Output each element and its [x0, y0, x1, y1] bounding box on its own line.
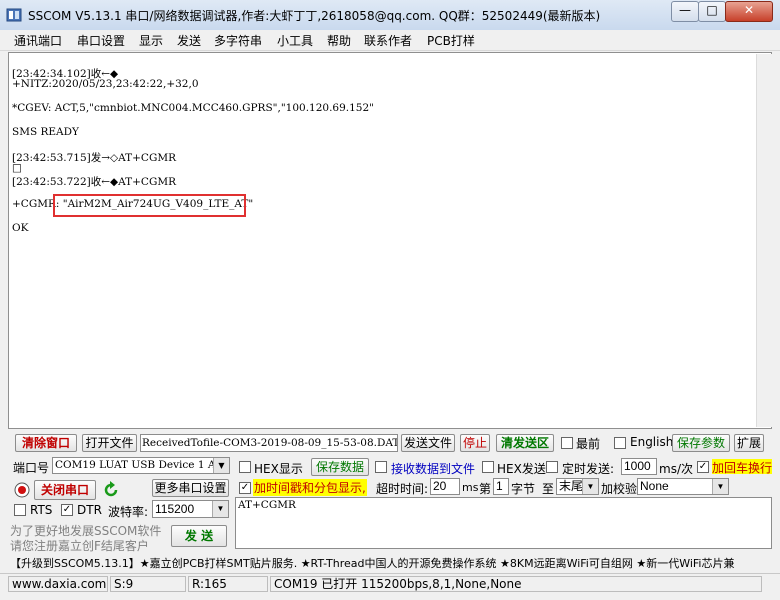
- menu-pcb-proofing[interactable]: PCB打样: [427, 32, 475, 49]
- chevron-down-icon[interactable]: ▼: [213, 458, 229, 473]
- interval-unit-label: ms/次: [659, 462, 693, 476]
- menu-comm-port[interactable]: 通讯端口: [14, 32, 62, 49]
- timeout-unit-label: ms: [462, 481, 479, 494]
- title-bar: SSCOM V5.13.1 串口/网络数据调试器,作者:大虾丁丁,2618058…: [0, 0, 780, 31]
- close-port-button[interactable]: 关闭串口: [34, 480, 96, 500]
- close-button[interactable]: ✕: [725, 1, 773, 22]
- english-checkbox[interactable]: [614, 437, 626, 449]
- send-textarea[interactable]: AT+CGMR: [235, 497, 772, 549]
- add-crlf-checkbox[interactable]: ✓: [697, 461, 709, 473]
- more-port-settings-button[interactable]: 更多串口设置: [152, 479, 229, 497]
- chevron-down-icon[interactable]: ▼: [712, 479, 728, 494]
- menu-contact-author[interactable]: 联系作者: [364, 32, 412, 49]
- port-select[interactable]: COM19 LUAT USB Device 1 AT ▼: [52, 457, 230, 474]
- timeout-label: 超时时间:: [376, 482, 429, 496]
- receive-area[interactable]: [23:42:34.102]收←◆ +NITZ:2020/05/23,23:42…: [8, 52, 772, 429]
- port-info: COM19 已打开 115200bps,8,1,None,None: [270, 576, 762, 592]
- app-icon: [6, 8, 22, 22]
- timestamp-label: 加时间戳和分包显示,: [253, 479, 367, 496]
- timeout-input[interactable]: 20: [430, 478, 460, 495]
- expand-button[interactable]: 扩展: [734, 434, 764, 452]
- rts-label: RTS: [30, 503, 53, 517]
- menu-send[interactable]: 发送: [177, 32, 201, 49]
- vertical-scrollbar[interactable]: [756, 54, 772, 427]
- dtr-checkbox[interactable]: ✓: [61, 504, 73, 516]
- frame-input[interactable]: 1: [493, 478, 509, 495]
- checksum-select[interactable]: None ▼: [637, 478, 729, 495]
- menu-port-settings[interactable]: 串口设置: [77, 32, 125, 49]
- timestamp-checkbox[interactable]: ✓: [239, 482, 251, 494]
- port-value: COM19 LUAT USB Device 1 AT: [55, 459, 222, 471]
- receive-line: OK: [12, 222, 29, 234]
- add-crlf-label: 加回车换行: [712, 459, 772, 474]
- menu-multi-string[interactable]: 多字符串: [214, 32, 262, 49]
- end-select[interactable]: 末尾 ▼: [556, 478, 599, 495]
- hex-display-label: HEX显示: [254, 462, 303, 476]
- status-bar: www.daxia.com S:9 R:165 COM19 已打开 115200…: [0, 573, 780, 594]
- timed-send-checkbox[interactable]: [546, 461, 558, 473]
- clear-send-button[interactable]: 清发送区: [496, 434, 554, 452]
- receive-line: *CGEV: ACT,5,"cmnbiot.MNC004.MCC460.GPRS…: [12, 102, 374, 114]
- recv-to-file-checkbox[interactable]: [375, 461, 387, 473]
- topmost-checkbox[interactable]: [561, 437, 573, 449]
- window-title: SSCOM V5.13.1 串口/网络数据调试器,作者:大虾丁丁,2618058…: [28, 9, 601, 23]
- baud-rate-label: 波特率:: [108, 505, 149, 519]
- clear-window-button[interactable]: 清除窗口: [15, 434, 77, 452]
- byte-label: 字节: [511, 482, 536, 496]
- send-file-button[interactable]: 发送文件: [401, 434, 455, 452]
- website-link[interactable]: www.daxia.com: [8, 576, 108, 592]
- recv-to-file-label: 接收数据到文件: [391, 462, 476, 476]
- hex-send-label: HEX发送: [497, 462, 546, 476]
- checksum-value: None: [640, 479, 669, 493]
- topmost-label: 最前: [576, 437, 601, 451]
- promo-line-2: 请您注册嘉立创F结尾客户: [10, 539, 149, 553]
- received-count: R:165: [188, 576, 268, 592]
- chevron-down-icon[interactable]: ▼: [582, 479, 598, 494]
- promo-ticker[interactable]: 【升级到SSCOM5.13.1】★嘉立创PCB打样SMT贴片服务. ★RT-Th…: [10, 555, 774, 571]
- receive-line: □: [12, 162, 22, 174]
- port-status-icon: [14, 482, 30, 498]
- open-file-button[interactable]: 打开文件: [82, 434, 137, 452]
- receive-line: [23:42:53.715]发→◇AT+CGMR: [12, 152, 176, 164]
- timed-send-label: 定时发送:: [562, 462, 615, 476]
- interval-input[interactable]: 1000: [621, 458, 657, 475]
- port-label: 端口号: [13, 461, 50, 475]
- receive-line: [23:42:53.722]收←◆AT+CGMR: [12, 176, 176, 188]
- save-data-button[interactable]: 保存数据: [311, 458, 369, 476]
- hex-display-checkbox[interactable]: [239, 461, 251, 473]
- maximize-button[interactable]: □: [698, 1, 726, 22]
- refresh-icon[interactable]: [102, 481, 120, 499]
- to-label: 至: [542, 482, 555, 496]
- end-value: 末尾: [559, 479, 584, 493]
- sent-count: S:9: [110, 576, 186, 592]
- send-button[interactable]: 发 送: [171, 525, 227, 547]
- menu-display[interactable]: 显示: [139, 32, 163, 49]
- receive-line: +NITZ:2020/05/23,23:42:22,+32,0: [12, 78, 199, 90]
- checksum-label: 加校验: [601, 482, 638, 496]
- highlight-box: [53, 194, 246, 217]
- baud-rate-select[interactable]: 115200 ▼: [152, 500, 229, 518]
- menu-bar: 通讯端口 串口设置 显示 发送 多字符串 小工具 帮助 联系作者 PCB打样: [0, 30, 780, 51]
- frame-label: 第: [479, 482, 492, 496]
- dtr-label: DTR: [77, 503, 102, 517]
- receive-line: SMS READY: [12, 126, 79, 138]
- english-label: English: [630, 435, 674, 449]
- rts-checkbox[interactable]: [14, 504, 26, 516]
- chevron-down-icon[interactable]: ▼: [212, 501, 228, 517]
- baud-rate-value: 115200: [155, 502, 195, 516]
- save-params-button[interactable]: 保存参数: [672, 434, 730, 452]
- file-path-field[interactable]: ReceivedTofile-COM3-2019-08-09_15-53-08.…: [140, 434, 398, 452]
- menu-tools[interactable]: 小工具: [277, 32, 313, 49]
- menu-help[interactable]: 帮助: [327, 32, 351, 49]
- hex-send-checkbox[interactable]: [482, 461, 494, 473]
- stop-button[interactable]: 停止: [460, 434, 490, 452]
- minimize-button[interactable]: —: [671, 1, 699, 22]
